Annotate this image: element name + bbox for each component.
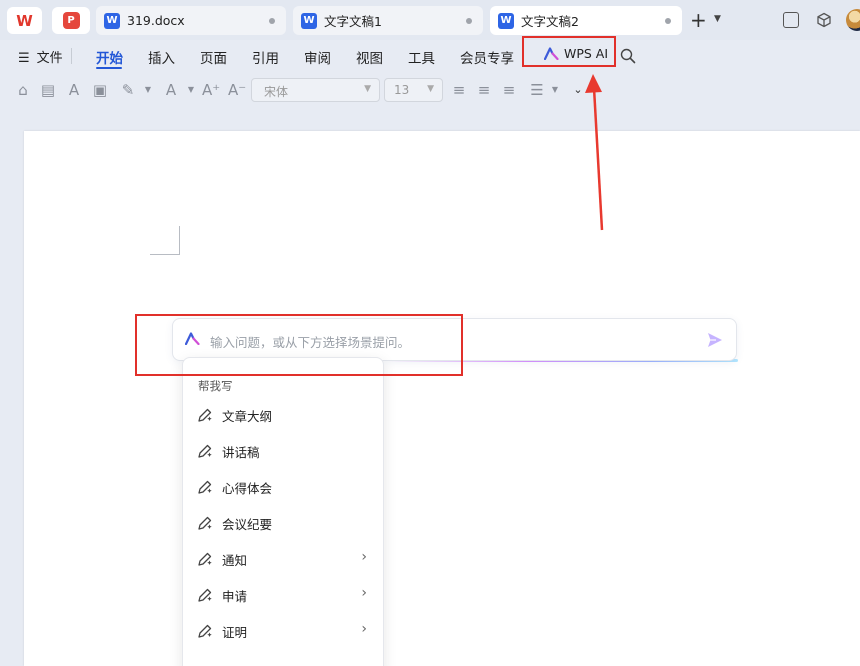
menu-view[interactable]: 视图 xyxy=(356,47,383,67)
format-toolbar: ⌂ ▤ A ▣ ✎ ▼ A ▼ A⁺ A⁻ 宋体 ▼ 13 ▼ ≡ ≡ ≡ ☰ … xyxy=(0,72,860,108)
dropdown-item-label: 通知 xyxy=(222,553,248,568)
tab-close-dot[interactable] xyxy=(665,18,671,24)
tab-close-dot[interactable] xyxy=(269,18,275,24)
dropdown-item-label: 申请 xyxy=(222,589,248,604)
pdf-app-button[interactable]: P xyxy=(52,7,90,34)
menu-tools[interactable]: 工具 xyxy=(408,47,435,67)
pen-sparkle-icon xyxy=(198,480,212,494)
pen-sparkle-icon xyxy=(198,588,212,602)
send-icon[interactable] xyxy=(706,331,724,349)
dropdown-item[interactable]: 申请 › xyxy=(183,578,383,612)
hamburger-icon: ☰ xyxy=(18,51,30,66)
image-icon[interactable]: ▣ xyxy=(91,81,109,99)
chevron-right-icon: › xyxy=(361,621,367,637)
search-icon[interactable] xyxy=(620,48,636,64)
chevron-right-icon: › xyxy=(361,585,367,601)
list-icon[interactable]: ☰ xyxy=(528,81,546,99)
window-restore-icon[interactable] xyxy=(783,12,799,28)
wps-logo-icon[interactable]: W xyxy=(7,7,42,34)
dropdown-item[interactable]: 心得体会 xyxy=(183,470,383,504)
chevron-down-icon: ▼ xyxy=(364,84,371,94)
decrease-font-icon[interactable]: A⁻ xyxy=(228,81,246,99)
page-margin-mark xyxy=(150,254,180,255)
annotation-arrow-icon xyxy=(585,74,604,231)
dropdown-item[interactable]: 通知 › xyxy=(183,542,383,576)
tab-doc-2[interactable]: W 文字文稿2 xyxy=(490,6,682,35)
tab-319-docx[interactable]: W 319.docx xyxy=(96,6,286,35)
tab-title: 文字文稿2 xyxy=(521,14,579,29)
menu-start[interactable]: 开始 xyxy=(96,47,123,67)
font-family-value: 宋体 xyxy=(264,85,289,99)
word-doc-icon: W xyxy=(301,12,317,29)
menu-insert[interactable]: 插入 xyxy=(148,47,175,67)
active-tab-underline xyxy=(96,67,122,69)
dropdown-item[interactable]: 讲话稿 xyxy=(183,434,383,468)
align-left-icon[interactable]: ≡ xyxy=(450,81,468,99)
menu-member[interactable]: 会员专享 xyxy=(460,47,514,67)
tab-title: 文字文稿1 xyxy=(324,14,382,29)
tab-bar: W P W 319.docx W 文字文稿1 W 文字文稿2 + ▼ xyxy=(0,0,860,40)
chevron-down-icon[interactable]: ▼ xyxy=(546,81,564,99)
pen-sparkle-icon xyxy=(198,624,212,638)
pen-sparkle-icon xyxy=(198,444,212,458)
highlight-icon[interactable]: ✎ xyxy=(119,81,137,99)
word-doc-icon: W xyxy=(498,12,514,29)
dropdown-item[interactable]: 证明 › xyxy=(183,614,383,648)
dropdown-item-label: 证明 xyxy=(222,625,248,640)
document-page[interactable] xyxy=(24,131,860,666)
pen-sparkle-icon xyxy=(198,408,212,422)
divider xyxy=(71,48,72,64)
chevron-down-icon: ▼ xyxy=(427,84,434,94)
dropdown-item[interactable]: 文章大纲 xyxy=(183,398,383,432)
ai-scenario-dropdown: 帮我写 文章大纲讲话稿心得体会会议纪要通知 › 申请 › 证明 › xyxy=(182,357,384,666)
align-right-icon[interactable]: ≡ xyxy=(500,81,518,99)
font-color-icon[interactable]: A xyxy=(162,81,180,99)
pen-sparkle-icon xyxy=(198,516,212,530)
increase-font-icon[interactable]: A⁺ xyxy=(202,81,220,99)
tab-doc-1[interactable]: W 文字文稿1 xyxy=(293,6,483,35)
menu-bar: ☰ 文件 开始 插入 页面 引用 审阅 视图 工具 会员专享 WPS AI xyxy=(0,40,860,72)
word-doc-icon: W xyxy=(104,12,120,29)
menu-review[interactable]: 审阅 xyxy=(304,47,331,67)
chevron-down-icon[interactable]: ▼ xyxy=(139,81,157,99)
annotation-highlight-input xyxy=(135,314,463,376)
dropdown-item[interactable]: 会议纪要 xyxy=(183,506,383,540)
dropdown-section-header: 帮我写 xyxy=(198,379,233,393)
dropdown-item-label: 讲话稿 xyxy=(222,445,260,460)
menu-page[interactable]: 页面 xyxy=(200,47,227,67)
chevron-down-icon[interactable]: ▼ xyxy=(714,14,721,24)
paste-icon[interactable]: ▤ xyxy=(39,81,57,99)
pdf-icon: P xyxy=(62,12,80,29)
pen-sparkle-icon xyxy=(198,552,212,566)
menu-file-label: 文件 xyxy=(36,51,63,66)
page-margin-mark xyxy=(179,226,180,255)
dropdown-item-label: 文章大纲 xyxy=(222,409,273,424)
dropdown-item-label: 会议纪要 xyxy=(222,517,273,532)
new-tab-icon[interactable]: + xyxy=(690,10,707,30)
align-center-icon[interactable]: ≡ xyxy=(475,81,493,99)
chevron-right-icon: › xyxy=(361,549,367,565)
format-painter-icon[interactable]: ⌂ xyxy=(14,81,32,99)
font-size-value: 13 xyxy=(394,83,410,97)
tab-close-dot[interactable] xyxy=(466,18,472,24)
chevron-down-icon[interactable]: ▼ xyxy=(182,81,200,99)
cube-icon[interactable] xyxy=(816,12,832,28)
menu-file[interactable]: ☰ 文件 xyxy=(18,47,63,66)
tab-title: 319.docx xyxy=(127,13,185,28)
dropdown-item-label: 心得体会 xyxy=(222,481,273,496)
user-avatar[interactable] xyxy=(846,9,860,31)
menu-references[interactable]: 引用 xyxy=(252,47,279,67)
font-family-select[interactable]: 宋体 ▼ xyxy=(251,78,380,102)
annotation-highlight-wps-ai xyxy=(522,36,616,67)
text-style-icon[interactable]: A xyxy=(65,81,83,99)
font-size-select[interactable]: 13 ▼ xyxy=(384,78,443,102)
